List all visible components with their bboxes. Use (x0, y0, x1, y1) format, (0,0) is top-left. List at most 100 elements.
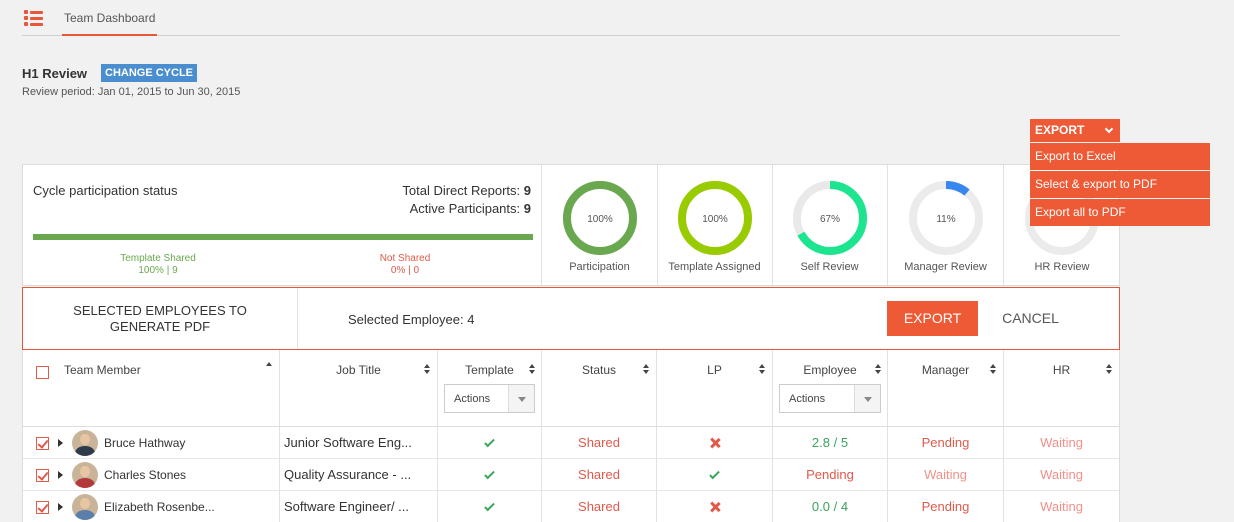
template-shared-progress-bar (33, 234, 533, 240)
participation-summary: Cycle participation status Total Direct … (23, 165, 542, 285)
template-shared-value: 100% | 9 (138, 265, 178, 276)
cell-employee: Pending (773, 459, 888, 491)
template-actions-label: Actions (454, 393, 491, 405)
list-menu-icon[interactable] (24, 10, 43, 26)
cell-hr: Waiting (1040, 435, 1083, 450)
donut-manager-review: 11% Manager Review (888, 165, 1004, 285)
cell-job: Quality Assurance - ... (280, 459, 438, 491)
cell-manager: Pending (888, 427, 1004, 459)
cell-lp (657, 427, 773, 459)
header-status-label: Status (581, 363, 617, 377)
cell-lp (657, 491, 773, 522)
avatar (72, 430, 98, 456)
employee-actions-label: Actions (789, 393, 826, 405)
active-participants-value: 9 (523, 201, 531, 216)
cell-status: Shared (542, 427, 657, 459)
sort-icon[interactable] (1106, 364, 1112, 375)
review-period: Review period: Jan 01, 2015 to Jun 30, 2… (22, 86, 241, 98)
row-checkbox[interactable] (36, 469, 49, 482)
donut-participation: 100% Participation (542, 165, 658, 285)
row-checkbox[interactable] (36, 501, 49, 514)
header-team-member[interactable]: Team Member (23, 350, 280, 427)
donut-chart: 100% (678, 181, 752, 255)
member-name[interactable]: Elizabeth Rosenbe... (104, 491, 215, 522)
pdf-selection-bar: SELECTED EMPLOYEES TO GENERATE PDF Selec… (22, 287, 1120, 350)
cancel-button[interactable]: CANCEL (988, 301, 1073, 336)
donut-chart: 100% (563, 181, 637, 255)
expand-arrow-icon[interactable] (58, 439, 63, 447)
table-row[interactable]: Elizabeth Rosenbe... Software Engineer/ .… (23, 491, 1119, 522)
chevron-down-icon (1104, 124, 1114, 134)
template-shared-label: Template Shared (120, 253, 196, 264)
header-hr-label: HR (1052, 363, 1071, 377)
table-row[interactable]: Charles Stones Quality Assurance - ... Sha… (23, 459, 1119, 491)
select-all-checkbox[interactable] (36, 366, 49, 379)
cell-job: Junior Software Eng... (280, 427, 438, 459)
dropdown-arrow-icon (508, 385, 534, 412)
export-pdf-button[interactable]: EXPORT (887, 301, 978, 336)
cycle-participation-label: Cycle participation status (33, 183, 178, 198)
member-name[interactable]: Bruce Hathway (104, 427, 185, 459)
change-cycle-button[interactable]: CHANGE CYCLE (101, 64, 198, 82)
sort-icon[interactable] (759, 364, 765, 375)
dropdown-arrow-icon (854, 385, 880, 412)
cell-status: Shared (542, 459, 657, 491)
review-title: H1 Review (22, 66, 88, 81)
header-job-title[interactable]: Job Title (280, 350, 438, 427)
sort-icon[interactable] (875, 364, 881, 375)
header-manager-label: Manager (921, 363, 970, 377)
donut-label: Self Review (800, 261, 859, 273)
cell-hr: Waiting (1040, 499, 1083, 514)
donut-percent: 100% (702, 214, 728, 225)
table-row[interactable]: Bruce Hathway Junior Software Eng... Share… (23, 427, 1119, 459)
selected-employee-count: Selected Employee: 4 (348, 312, 475, 327)
sort-icon[interactable] (643, 364, 649, 375)
header-lp-label: LP (707, 363, 722, 377)
header-lp[interactable]: LP (657, 350, 773, 427)
header-hr[interactable]: HR (1004, 350, 1119, 427)
donut-percent: 11% (936, 214, 955, 225)
cycle-stats-panel: Cycle participation status Total Direct … (22, 164, 1120, 286)
active-participants-label: Active Participants: (409, 201, 521, 216)
cell-team-member: Elizabeth Rosenbe... (23, 491, 280, 522)
menu-item-export-excel[interactable]: Export to Excel (1030, 143, 1210, 170)
cell-template (438, 459, 542, 491)
export-menu: Export to Excel Select & export to PDF E… (1030, 143, 1210, 227)
employee-actions-select[interactable]: Actions (779, 384, 881, 413)
cell-manager: Pending (888, 491, 1004, 522)
sort-icon[interactable] (424, 364, 430, 375)
not-shared-legend: Not Shared 0% | 0 (355, 253, 455, 277)
header-template-label: Template (465, 363, 514, 377)
sort-icon[interactable] (990, 364, 996, 375)
header-template[interactable]: Template Actions (438, 350, 542, 427)
cell-team-member: Bruce Hathway (23, 427, 280, 459)
sort-asc-icon[interactable] (266, 362, 272, 373)
donut-label: Manager Review (904, 261, 987, 273)
donut-label: Template Assigned (668, 261, 761, 273)
menu-item-export-all-pdf[interactable]: Export all to PDF (1030, 199, 1210, 226)
header-employee[interactable]: Employee Actions (773, 350, 888, 427)
tab-team-dashboard[interactable]: Team Dashboard (62, 0, 158, 36)
export-dropdown-button[interactable]: EXPORT (1030, 119, 1120, 142)
cell-template (438, 491, 542, 522)
row-checkbox[interactable] (36, 437, 49, 450)
header-status[interactable]: Status (542, 350, 657, 427)
expand-arrow-icon[interactable] (58, 503, 63, 511)
cell-template (438, 427, 542, 459)
member-name[interactable]: Charles Stones (104, 459, 186, 491)
total-direct-label: Total Direct Reports: (402, 183, 521, 198)
donut-label: Participation (569, 261, 630, 273)
selection-title: SELECTED EMPLOYEES TO GENERATE PDF (23, 288, 298, 349)
template-actions-select[interactable]: Actions (444, 384, 535, 413)
menu-item-select-export-pdf[interactable]: Select & export to PDF (1030, 171, 1210, 198)
sort-icon[interactable] (529, 364, 535, 375)
donut-template-assigned: 100% Template Assigned (657, 165, 773, 285)
template-shared-legend: Template Shared 100% | 9 (108, 253, 208, 277)
cross-icon (710, 502, 720, 512)
not-shared-value: 0% | 0 (390, 265, 420, 276)
donut-self-review: 67% Self Review (772, 165, 888, 285)
donut-percent: 67% (820, 214, 840, 225)
header-manager[interactable]: Manager (888, 350, 1004, 427)
cell-job: Software Engineer/ ... (280, 491, 438, 522)
expand-arrow-icon[interactable] (58, 471, 63, 479)
